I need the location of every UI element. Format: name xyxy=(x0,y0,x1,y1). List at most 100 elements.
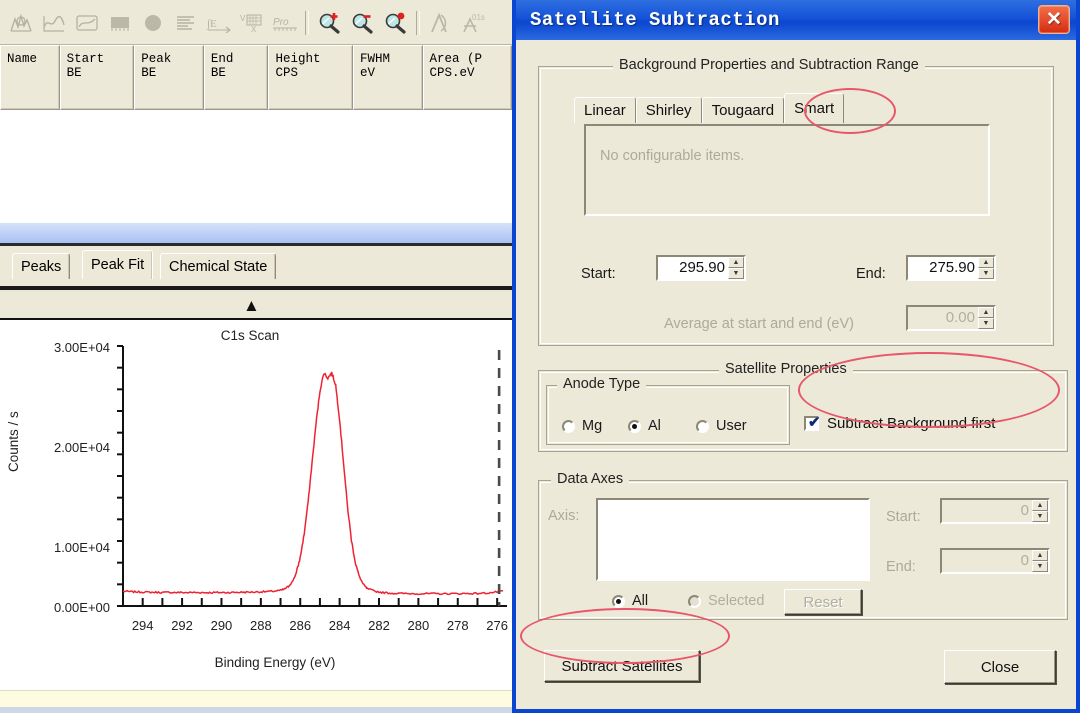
pro-profile-icon[interactable]: Pro xyxy=(268,8,301,38)
x-tick-label: 294 xyxy=(125,618,161,633)
radio-anode-mg[interactable]: Mg xyxy=(562,418,602,434)
peak-fit-icon[interactable] xyxy=(424,8,457,38)
data-axes-end-up: ▲ xyxy=(1032,550,1048,561)
peak-table-header: Name StartBE PeakBE EndBE HeightCPS FWHM… xyxy=(0,45,512,110)
bar-list-icon[interactable] xyxy=(169,8,202,38)
radio-label: User xyxy=(716,418,747,434)
start-spinner-down[interactable]: ▼ xyxy=(728,268,744,279)
radio-axes-all[interactable]: All xyxy=(612,593,648,609)
peak-overlay-icon[interactable] xyxy=(4,8,37,38)
start-spinner[interactable]: 295.90 ▲ ▼ xyxy=(656,255,746,281)
data-axes-start-spinner: 0 ▲ ▼ xyxy=(940,498,1050,524)
data-axes-start-value: 0 xyxy=(942,500,1032,522)
anode-type-title: Anode Type xyxy=(557,376,646,392)
col-label-line1: Peak xyxy=(141,52,171,66)
axis-list[interactable] xyxy=(596,498,870,581)
tab-peaks[interactable]: Peaks xyxy=(12,253,70,279)
end-label: End: xyxy=(856,266,886,282)
start-value[interactable]: 295.90 xyxy=(658,257,728,279)
energy-integrate-icon[interactable]: ∫E xyxy=(202,8,235,38)
average-spinner: 0.00 ▲ ▼ xyxy=(906,305,996,331)
table-column-start-be[interactable]: StartBE xyxy=(60,45,135,110)
anode-type-group: Anode Type xyxy=(546,385,790,445)
dialog-titlebar[interactable]: Satellite Subtraction ✕ xyxy=(516,0,1076,40)
radio-dot xyxy=(612,595,625,608)
start-spinner-arrows[interactable]: ▲ ▼ xyxy=(728,257,744,279)
col-label-line1: Name xyxy=(7,52,37,66)
svg-text:01s: 01s xyxy=(472,13,485,22)
radio-anode-al[interactable]: Al xyxy=(628,418,661,434)
table-column-height-cps[interactable]: HeightCPS xyxy=(268,45,353,110)
y-tick-label: 1.00E+04 xyxy=(0,540,110,555)
tab-shirley[interactable]: Shirley xyxy=(636,97,702,123)
satellite-properties-title: Satellite Properties xyxy=(719,361,853,377)
average-spinner-down: ▼ xyxy=(978,318,994,329)
svg-text:V: V xyxy=(240,14,246,23)
start-spinner-up[interactable]: ▲ xyxy=(728,257,744,268)
table-column-area[interactable]: Area (PCPS.eV xyxy=(423,45,512,110)
chart-x-axis-label: Binding Energy (eV) xyxy=(70,655,480,670)
dialog-body: Background Properties and Subtraction Ra… xyxy=(516,40,1076,705)
shaded-region-icon[interactable] xyxy=(103,8,136,38)
zoom-reset-icon[interactable] xyxy=(379,8,412,38)
average-value: 0.00 xyxy=(908,307,978,329)
tab-label: Peaks xyxy=(21,259,61,275)
x-tick-label: 286 xyxy=(282,618,318,633)
data-axes-end-label: End: xyxy=(886,559,916,575)
y-tick-label: 0.00E+00 xyxy=(0,600,110,615)
tab-smart[interactable]: Smart xyxy=(784,93,844,123)
end-value[interactable]: 275.90 xyxy=(908,257,978,279)
satellite-subtraction-dialog: Satellite Subtraction ✕ Background Prope… xyxy=(512,0,1080,713)
tab-linear[interactable]: Linear xyxy=(574,97,636,123)
data-axes-end-arrows: ▲ ▼ xyxy=(1032,550,1048,572)
solid-blob-icon[interactable] xyxy=(136,8,169,38)
x-tick-label: 292 xyxy=(164,618,200,633)
zoom-out-icon[interactable] xyxy=(346,8,379,38)
tab-tougaard[interactable]: Tougaard xyxy=(702,97,785,123)
zoom-in-icon[interactable] xyxy=(313,8,346,38)
o1s-label-icon[interactable]: 01s xyxy=(457,8,490,38)
radio-anode-user[interactable]: User xyxy=(696,418,747,434)
average-spinner-up: ▲ xyxy=(978,307,994,318)
no-configurable-items-message: No configurable items. xyxy=(600,148,744,164)
end-spinner-down[interactable]: ▼ xyxy=(978,268,994,279)
radio-label: All xyxy=(632,593,648,609)
col-label-line2: BE xyxy=(141,66,156,80)
tab-label: Chemical State xyxy=(169,259,267,275)
end-spinner-up[interactable]: ▲ xyxy=(978,257,994,268)
col-label-line1: FWHM xyxy=(360,52,390,66)
peak-table-body[interactable] xyxy=(0,110,512,223)
table-column-peak-be[interactable]: PeakBE xyxy=(134,45,204,110)
subtract-background-checkbox[interactable]: ✔ Subtract Background first xyxy=(804,415,995,432)
x-tick-label: 278 xyxy=(440,618,476,633)
data-axes-end-down: ▼ xyxy=(1032,561,1048,572)
end-spinner-arrows[interactable]: ▲ ▼ xyxy=(978,257,994,279)
y-tick-label: 3.00E+04 xyxy=(0,340,110,355)
check-icon: ✔ xyxy=(808,415,821,430)
svg-text:∫E: ∫E xyxy=(206,18,217,30)
smooth-curve-icon[interactable] xyxy=(37,8,70,38)
tab-peak-fit[interactable]: Peak Fit xyxy=(82,250,153,279)
data-axes-start-arrows: ▲ ▼ xyxy=(1032,500,1048,522)
col-label-line2: CPS.eV xyxy=(430,66,475,80)
tab-label: Linear xyxy=(584,102,626,119)
region-select-icon[interactable] xyxy=(70,8,103,38)
y-tick-label: 2.00E+04 xyxy=(0,440,110,455)
tab-chemical-state[interactable]: Chemical State xyxy=(160,253,276,279)
table-column-fwhm-ev[interactable]: FWHMeV xyxy=(353,45,423,110)
subtract-satellites-button[interactable]: Subtract Satellites xyxy=(544,650,700,682)
radio-dot xyxy=(628,420,641,433)
vx-grid-icon[interactable]: VX xyxy=(235,8,268,38)
close-button[interactable]: Close xyxy=(944,650,1056,684)
end-spinner[interactable]: 275.90 ▲ ▼ xyxy=(906,255,996,281)
close-icon[interactable]: ✕ xyxy=(1038,5,1070,34)
reset-button: Reset xyxy=(784,589,862,615)
tab-label: Peak Fit xyxy=(91,257,144,273)
table-column-name[interactable]: Name xyxy=(0,45,60,110)
col-label-line1: Height xyxy=(275,52,320,66)
col-label-line2: eV xyxy=(360,66,375,80)
spectrum-chart[interactable]: C1s Scan Counts / s 3.00E+04 2.00E+04 1.… xyxy=(0,318,512,692)
table-column-end-be[interactable]: EndBE xyxy=(204,45,269,110)
x-tick-label: 290 xyxy=(203,618,239,633)
x-tick-label: 288 xyxy=(243,618,279,633)
